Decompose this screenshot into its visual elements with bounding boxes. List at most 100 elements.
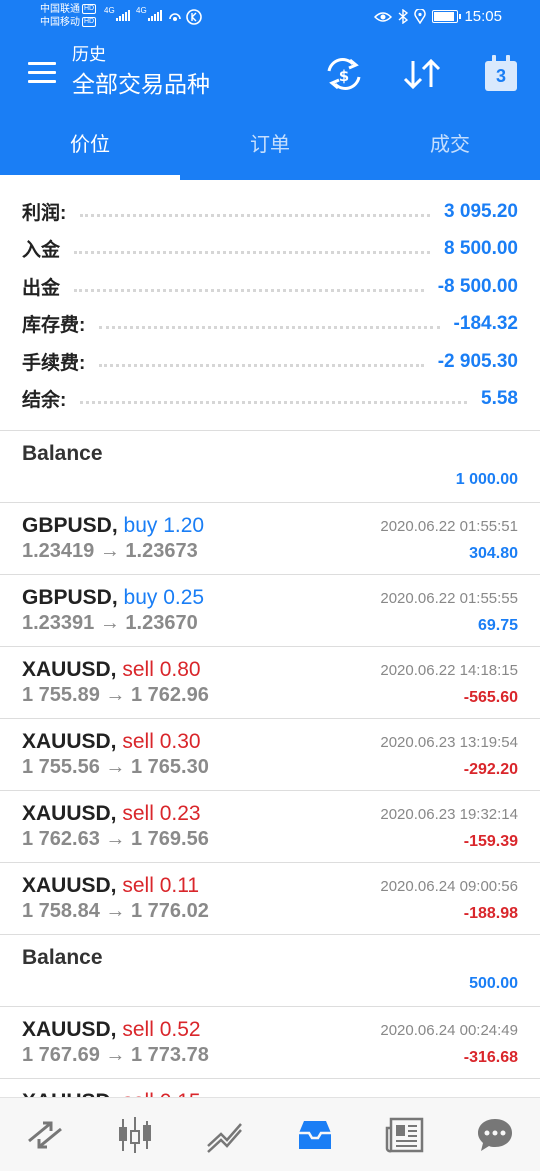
currency-exchange-button[interactable]: $ [322,52,366,96]
trade-side-volume: sell 0.52 [122,1018,201,1041]
summary-value: 8 500.00 [444,237,518,259]
trade-icon [207,1122,242,1153]
nav-chart[interactable] [90,1098,180,1171]
balance-label: Balance [22,946,103,969]
tab-bar: 价位 订单 成交 [0,116,540,180]
network-type-2: 4G [136,6,147,15]
app-bar: 历史 全部交易品种 $ 3 [0,34,540,116]
trade-profit: -188.98 [463,905,518,922]
summary-value: -8 500.00 [437,275,518,297]
sort-icon [403,58,441,90]
trade-time: 2020.06.22 01:55:55 [380,590,518,607]
trade-profit: 304.80 [469,545,518,562]
trade-profit: 69.75 [477,617,518,634]
trade-side-volume: buy 1.20 [123,514,205,537]
tab-orders[interactable]: 订单 [180,116,360,180]
sort-button[interactable] [400,52,444,96]
trade-symbol: GBPUSD, [22,514,118,537]
balance-row[interactable]: Balance 500.00 [0,935,540,1007]
calendar-icon: 3 [485,55,517,91]
trade-symbol: GBPUSD, [22,586,118,609]
balance-row[interactable]: Balance 1 000.00 [0,431,540,503]
carrier-2: 中国移动 [40,17,80,28]
summary-label: 结余: [22,390,67,411]
menu-icon[interactable] [28,62,56,83]
page-subtitle: 历史 [72,45,106,64]
chart-candles-icon [119,1116,151,1153]
history-inbox-icon [299,1120,331,1149]
hotspot-icon [169,9,202,25]
eye-icon [374,11,393,22]
trade-row[interactable]: XAUUSD, sell 0.80 1 755.89 → 1 762.96 20… [0,647,540,719]
summary-label: 手续费: [22,353,86,374]
trade-prices: 1 767.69 → 1 773.78 [22,1044,209,1066]
trade-profit: -292.20 [463,761,518,778]
trade-profit: -316.68 [463,1049,518,1066]
clock: 15:05 [464,8,502,25]
hd-badge: HD [82,17,97,28]
trade-row[interactable]: XAUUSD, sell 0.11 1 758.84 → 1 776.02 20… [0,863,540,935]
status-bar: 中国联通 HD 中国移动 HD 4G 4G 15:05 [0,0,540,34]
trade-time: 2020.06.24 09:00:56 [380,878,518,895]
signal-icon [148,9,162,21]
tab-deals[interactable]: 成交 [360,116,540,180]
history-list: Balance 1 000.00 GBPUSD, buy 1.20 1.2341… [0,431,540,1151]
trade-row[interactable]: GBPUSD, buy 0.25 1.23391 → 1.23670 2020.… [0,575,540,647]
chat-icon [478,1118,512,1151]
signal-icon [116,9,130,21]
summary-label: 利润: [22,203,67,224]
trade-prices: 1.23419 → 1.23673 [22,540,198,562]
page-title[interactable]: 全部交易品种 [72,68,210,100]
trade-symbol: XAUUSD, [22,730,117,753]
summary-label: 出金 [22,278,61,299]
trade-side-volume: sell 0.30 [122,730,201,753]
trade-side-volume: buy 0.25 [123,586,205,609]
battery-icon [432,10,462,23]
balance-label: Balance [22,442,103,465]
trade-time: 2020.06.24 00:24:49 [380,1022,518,1039]
svg-text:$: $ [339,67,349,85]
nav-news[interactable] [360,1098,450,1171]
trade-row[interactable]: GBPUSD, buy 1.20 1.23419 → 1.23673 2020.… [0,503,540,575]
trade-time: 2020.06.23 13:19:54 [380,734,518,751]
summary-row-commission: 手续费: -2 905.30 [22,343,518,380]
trade-symbol: XAUUSD, [22,874,117,897]
balance-amount: 500.00 [469,975,518,992]
nav-trade[interactable] [180,1098,270,1171]
trade-side-volume: sell 0.23 [122,802,201,825]
carrier-1: 中国联通 [40,4,80,15]
nav-chat[interactable] [450,1098,540,1171]
trade-side-volume: sell 0.11 [122,874,200,897]
trade-prices: 1.23391 → 1.23670 [22,612,198,634]
summary-row-profit: 利润: 3 095.20 [22,193,518,230]
summary-row-balance: 结余: 5.58 [22,380,518,417]
summary-value: -184.32 [453,312,518,334]
tab-price[interactable]: 价位 [0,116,180,180]
trade-prices: 1 762.63 → 1 769.56 [22,828,209,850]
trade-symbol: XAUUSD, [22,802,117,825]
trade-symbol: XAUUSD, [22,658,117,681]
trade-time: 2020.06.23 19:32:14 [380,806,518,823]
summary-label: 库存费: [22,315,86,336]
status-right: 15:05 [374,8,502,25]
summary-value: 5.58 [481,387,518,409]
calendar-button[interactable]: 3 [479,52,523,96]
summary-label: 入金 [22,240,61,261]
trade-time: 2020.06.22 14:18:15 [380,662,518,679]
trade-row[interactable]: XAUUSD, sell 0.30 1 755.56 → 1 765.30 20… [0,719,540,791]
title-block: 历史 全部交易品种 [72,44,210,100]
bottom-nav [0,1097,540,1171]
network-type-1: 4G [104,6,115,15]
nav-history[interactable] [270,1098,360,1171]
trade-prices: 1 755.56 → 1 765.30 [22,756,209,778]
nav-quotes[interactable] [0,1098,90,1171]
summary-row-swap: 库存费: -184.32 [22,305,518,342]
summary-value: -2 905.30 [437,350,518,372]
summary-panel: 利润: 3 095.20 入金 8 500.00 出金 -8 500.00 库存费: -… [0,180,540,431]
summary-row-withdrawal: 出金 -8 500.00 [22,268,518,305]
trade-row[interactable]: XAUUSD, sell 0.52 1 767.69 → 1 773.78 20… [0,1007,540,1079]
trade-row[interactable]: XAUUSD, sell 0.23 1 762.63 → 1 769.56 20… [0,791,540,863]
trade-prices: 1 758.84 → 1 776.02 [22,900,209,922]
trade-side-volume: sell 0.80 [122,658,201,681]
carrier-info: 中国联通 HD 中国移动 HD [40,3,97,29]
